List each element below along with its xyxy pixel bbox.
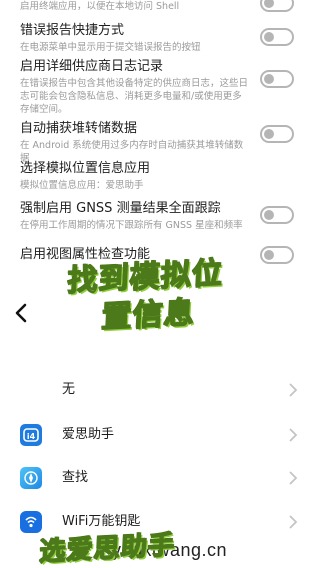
setting-terminal[interactable]: 启用终端应用，以便在本地访问 Shell [20,0,296,13]
setting-title: 错误报告快捷方式 [20,23,125,38]
app-option-i4[interactable]: i4 爱思助手 [0,415,320,455]
i4-icon: i4 [20,424,42,446]
svg-text:i4: i4 [27,432,36,441]
overlay-caption-line3: 选爱思助手 [38,530,177,568]
developer-options-list: 启用终端应用，以便在本地访问 Shell 错误报告快捷方式 在电源菜单中显示用于… [0,0,320,290]
heap-dump-toggle[interactable] [260,125,294,143]
app-option-label: 无 [62,382,76,397]
setting-desc: 模拟位置信息应用：爱思助手 [20,180,144,191]
back-arrow-icon [15,303,27,323]
setting-verbose-vendor-logging[interactable]: 启用详细供应商日志记录 在错误报告中包含其他设备特定的供应商日志，这些日志可能会… [20,58,248,116]
chevron-right-icon [288,382,298,398]
chevron-right-icon [288,470,298,486]
back-button[interactable] [14,302,36,324]
wifi-key-icon [20,511,42,533]
setting-desc: 在电源菜单中显示用于提交错误报告的按钮 [20,42,201,53]
chevron-right-icon [288,514,298,530]
gnss-toggle[interactable] [260,206,294,224]
setting-title: 自动捕获堆转储数据 [20,121,138,136]
setting-desc: 在错误报告中包含其他设备特定的供应商日志，这些日志可能会包含隐私信息、消耗更多电… [20,78,249,115]
overlay-caption-line2: 置信息 [100,295,197,336]
chevron-right-icon [288,427,298,443]
view-attribute-toggle[interactable] [260,246,294,264]
find-icon [20,467,42,489]
setting-gnss-full-tracking[interactable]: 强制启用 GNSS 测量结果全面跟踪 在停用工作周期的情况下跟踪所有 GNSS … [20,200,248,232]
setting-heap-dump[interactable]: 自动捕获堆转储数据 在 Android 系统使用过多内存时自动捕获其堆转储数据 [20,120,248,165]
app-option-none[interactable]: 无 [0,370,320,410]
setting-title: 选择模拟位置信息应用 [20,161,151,176]
app-option-label: 查找 [62,470,89,485]
setting-mock-location-app[interactable]: 选择模拟位置信息应用 模拟位置信息应用：爱思助手 [20,160,296,192]
setting-title: 强制启用 GNSS 测量结果全面跟踪 [20,201,221,216]
terminal-toggle[interactable] [260,0,294,12]
setting-desc: 在停用工作周期的情况下跟踪所有 GNSS 星座和频率 [20,220,243,231]
app-option-find[interactable]: 查找 [0,458,320,498]
setting-title: 启用详细供应商日志记录 [20,59,164,74]
bug-report-toggle[interactable] [260,28,294,46]
app-option-label: 爱思助手 [62,427,115,442]
setting-terminal-desc: 启用终端应用，以便在本地访问 Shell [20,1,180,12]
setting-bug-report-shortcut[interactable]: 错误报告快捷方式 在电源菜单中显示用于提交错误报告的按钮 [20,22,296,54]
vendor-logging-toggle[interactable] [260,70,294,88]
